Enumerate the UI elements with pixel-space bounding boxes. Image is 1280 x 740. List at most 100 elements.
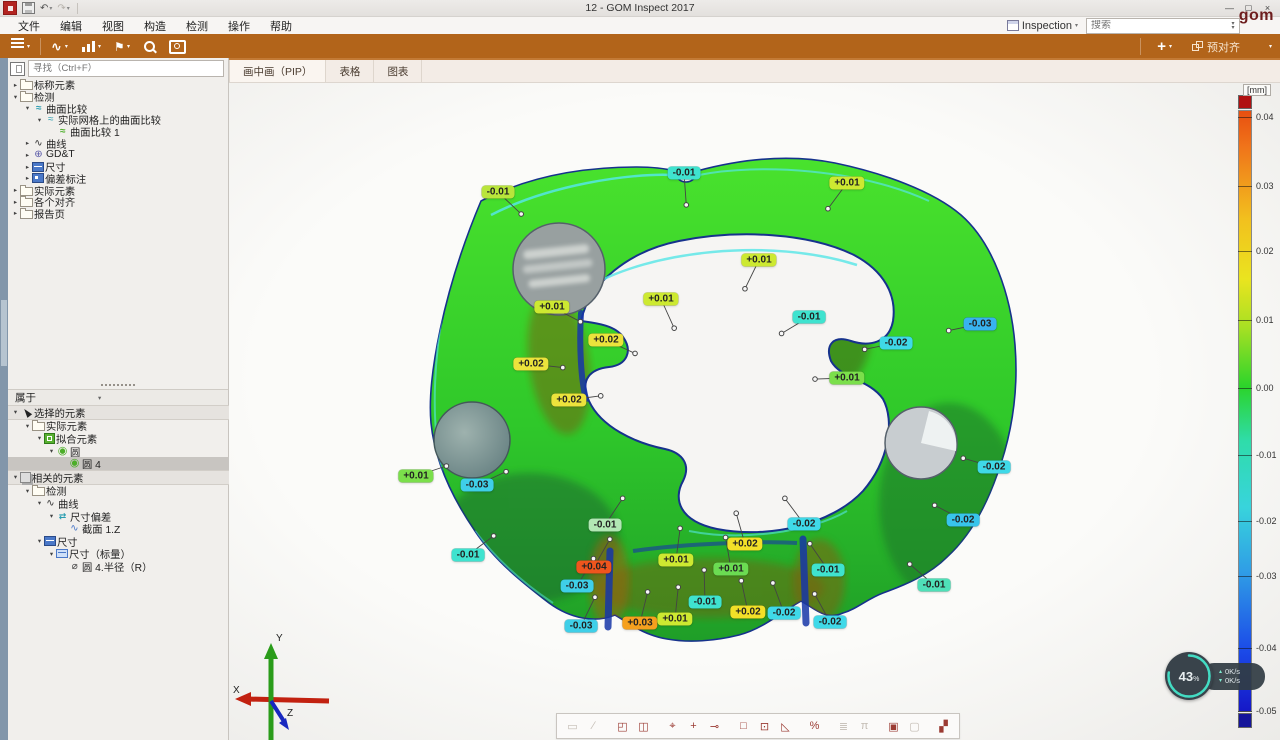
belongs-tree-row[interactable]: ▾检测	[8, 485, 243, 498]
find-box[interactable]	[28, 60, 224, 77]
deviation-label[interactable]: -0.02	[978, 461, 1011, 474]
collapse-icon[interactable]: ▾	[35, 116, 44, 124]
chevron-down-icon[interactable]: ▾	[98, 394, 101, 402]
deviation-label[interactable]: -0.01	[793, 311, 826, 324]
inspection-mode-dropdown[interactable]: Inspection ▾	[1007, 20, 1078, 32]
image-button[interactable]: ▣	[883, 717, 904, 736]
collapse-icon[interactable]: ▾	[47, 512, 56, 520]
deviation-label[interactable]: -0.02	[788, 518, 821, 531]
menu-item-帮助[interactable]: 帮助	[260, 18, 302, 34]
probe-button[interactable]: ⊸	[704, 717, 725, 736]
deviation-label[interactable]: -0.03	[561, 580, 594, 593]
belongs-tree-row[interactable]: ▾实际元素	[8, 420, 243, 433]
collapse-icon[interactable]: ▾	[23, 104, 32, 112]
element-tree-row[interactable]: ▸尺寸	[8, 161, 243, 173]
chevron-down-icon[interactable]: ▾	[1269, 43, 1272, 50]
collapse-icon[interactable]: ▾	[47, 550, 56, 558]
expand-icon[interactable]: ▸	[23, 151, 32, 159]
deviation-label[interactable]: +0.01	[534, 301, 569, 314]
deviation-colorbar[interactable]: 0.040.030.020.010.00-0.01-0.02-0.03-0.04…	[1238, 95, 1252, 729]
tiles-button[interactable]: ▞	[933, 717, 954, 736]
deviation-label[interactable]: +0.01	[643, 293, 678, 306]
global-search[interactable]: ▾▾	[1086, 18, 1240, 34]
search-input[interactable]	[1087, 20, 1227, 31]
tab-图表[interactable]: 图表	[374, 60, 422, 82]
deviation-label[interactable]: -0.03	[565, 620, 598, 633]
deviation-label[interactable]: +0.02	[727, 538, 762, 551]
tab-画中画（PIP）[interactable]: 画中画（PIP）	[229, 60, 326, 82]
progress-circle-overlay[interactable]: 43%	[1165, 652, 1213, 700]
deviation-label[interactable]: +0.01	[829, 177, 864, 190]
flag-button[interactable]: ▾	[108, 36, 137, 57]
menu-item-操作[interactable]: 操作	[218, 18, 260, 34]
deviation-label[interactable]: +0.01	[398, 470, 433, 483]
menu-button[interactable]: ▾	[4, 36, 37, 57]
element-tree-row[interactable]: ▸GD&T	[8, 149, 243, 161]
menu-item-检测[interactable]: 检测	[176, 18, 218, 34]
element-tree-row[interactable]: ▸曲线	[8, 137, 243, 149]
collapse-icon[interactable]: ▾	[23, 487, 32, 495]
deviation-label[interactable]: +0.02	[730, 606, 765, 619]
collapse-icon[interactable]: ▾	[35, 434, 44, 442]
collapse-icon[interactable]: ▾	[47, 447, 56, 455]
deviation-label[interactable]: -0.02	[814, 616, 847, 629]
scrollbar-thumb[interactable]	[1, 300, 7, 366]
expand-icon[interactable]: ▸	[23, 163, 32, 171]
deviation-label[interactable]: +0.02	[588, 334, 623, 347]
menu-item-构造[interactable]: 构造	[134, 18, 176, 34]
expand-icon[interactable]: ▸	[23, 139, 32, 147]
angle-button[interactable]: ◺	[775, 717, 796, 736]
deviation-label[interactable]: -0.01	[482, 186, 515, 199]
deviation-label[interactable]: -0.01	[918, 579, 951, 592]
collapse-icon[interactable]: ▾	[23, 422, 32, 430]
minimize-button[interactable]: —	[1221, 2, 1238, 14]
element-tree-row[interactable]: ▾实际网格上的曲面比较	[8, 114, 255, 126]
deviation-label[interactable]: -0.01	[589, 519, 622, 532]
search-button[interactable]	[137, 36, 162, 57]
rectangle-button[interactable]: □	[733, 717, 754, 736]
redo-icon[interactable]: ↷▾	[57, 2, 69, 14]
expand-icon[interactable]: ▸	[11, 186, 20, 194]
save-icon[interactable]	[22, 2, 35, 14]
collapse-icon[interactable]: ▾	[11, 408, 20, 416]
belongs-header[interactable]: 属于 ▾	[8, 389, 228, 406]
deviation-label[interactable]: -0.02	[947, 514, 980, 527]
point-button[interactable]: ⌖	[662, 717, 683, 736]
belongs-tree-row[interactable]: ▾尺寸	[8, 535, 255, 548]
left-scroll-strip[interactable]	[0, 58, 8, 740]
deviation-label[interactable]: +0.04	[576, 561, 611, 574]
bounding-box-button[interactable]: ⊡	[754, 717, 775, 736]
deviation-label[interactable]: +0.01	[713, 563, 748, 576]
menu-item-编辑[interactable]: 编辑	[50, 18, 92, 34]
collapse-icon[interactable]: ▾	[35, 499, 44, 507]
deviation-label[interactable]: +0.01	[741, 254, 776, 267]
find-input[interactable]	[29, 63, 223, 74]
camera-button[interactable]	[162, 36, 193, 57]
menu-item-文件[interactable]: 文件	[8, 18, 50, 34]
collapse-icon[interactable]: ▾	[11, 93, 20, 101]
pip-compare-button[interactable]: ◫	[633, 717, 654, 736]
curve-button[interactable]: ▾	[44, 36, 75, 57]
deviation-label[interactable]: -0.01	[812, 564, 845, 577]
deviation-label[interactable]: +0.02	[513, 358, 548, 371]
collapse-icon[interactable]: ▾	[11, 473, 20, 481]
deviation-label[interactable]: -0.01	[668, 167, 701, 180]
expand-icon[interactable]: ▸	[23, 174, 32, 182]
expand-icon[interactable]: ▸	[11, 209, 20, 217]
deviation-label[interactable]: +0.03	[622, 617, 657, 630]
add-point-button[interactable]: +	[683, 717, 704, 736]
deviation-label[interactable]: +0.01	[657, 613, 692, 626]
expand-icon[interactable]: ▸	[11, 198, 20, 206]
add-element-button[interactable]: + ▾	[1150, 36, 1179, 57]
prealign-button[interactable]: 预对齐	[1185, 36, 1247, 57]
deviation-label[interactable]: -0.01	[452, 549, 485, 562]
link-button[interactable]: %	[804, 717, 825, 736]
belongs-tree-row[interactable]: ▾选择的元素	[8, 405, 231, 420]
element-tree-row[interactable]: ▸偏差标注	[8, 173, 243, 185]
collapse-icon[interactable]: ▾	[35, 537, 44, 545]
element-tree-row[interactable]: ▸报告页	[8, 208, 231, 220]
deviation-label[interactable]: +0.01	[658, 554, 693, 567]
menu-item-视图[interactable]: 视图	[92, 18, 134, 34]
belongs-tree-row[interactable]: ▾拟合元素	[8, 432, 255, 445]
tab-表格[interactable]: 表格	[326, 60, 374, 82]
